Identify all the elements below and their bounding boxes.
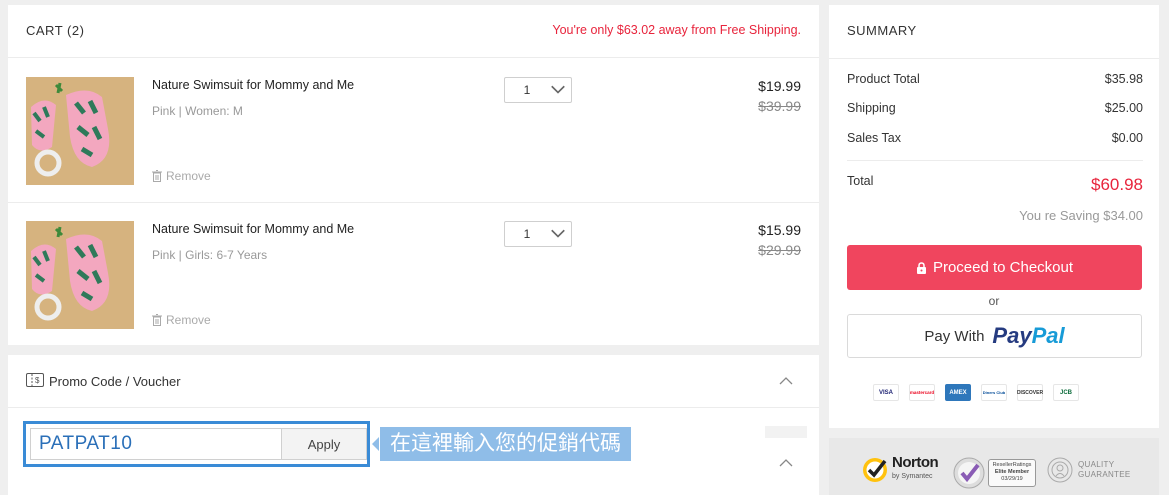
- remove-label: Remove: [166, 169, 211, 183]
- paypal-logo: PayPal: [992, 323, 1064, 349]
- elite-line: Elite Member: [994, 469, 1030, 475]
- summary-panel: SUMMARY Product Total $35.98 Shipping $2…: [829, 5, 1159, 428]
- amex-icon: AMEX: [945, 384, 971, 401]
- remove-button[interactable]: Remove: [152, 169, 211, 183]
- cart-title: CART (2): [26, 23, 85, 38]
- free-shipping-message: You're only $63.02 away from Free Shippi…: [552, 23, 801, 37]
- checkmark-seal-icon: [953, 457, 985, 489]
- award-icon: [1047, 457, 1073, 483]
- visa-icon: VISA: [873, 384, 899, 401]
- norton-check-icon: [863, 458, 887, 482]
- jcb-icon: JCB: [1053, 384, 1079, 401]
- quantity-value: 1: [523, 227, 531, 241]
- divider: [847, 160, 1143, 161]
- item-original-price: $39.99: [758, 98, 801, 114]
- reseller-ratings-badge[interactable]: ResellerRatings Elite Member 03/29/19: [952, 456, 1036, 490]
- summary-title: SUMMARY: [847, 23, 917, 38]
- norton-label: Norton by Symantec: [892, 454, 939, 484]
- summary-row-shipping: Shipping $25.00: [847, 101, 1143, 115]
- voucher-icon: $: [26, 373, 44, 387]
- item-price: $19.99: [758, 78, 801, 94]
- quality-guarantee-badge[interactable]: QUALITY GUARANTEE: [1047, 457, 1131, 483]
- elite-line: 03/29/19: [1001, 476, 1023, 482]
- norton-badge[interactable]: Norton by Symantec: [861, 454, 939, 484]
- chevron-down-icon: [551, 85, 565, 94]
- trash-icon: [152, 170, 162, 182]
- savings-text: You re Saving $34.00: [1019, 208, 1143, 223]
- row-label: Product Total: [847, 72, 920, 86]
- product-thumbnail[interactable]: [26, 221, 134, 329]
- summary-row-sales-tax: Sales Tax $0.00: [847, 131, 1143, 145]
- row-value: $25.00: [1104, 101, 1143, 115]
- trust-badges: Norton by Symantec ResellerRatings Elite …: [829, 438, 1159, 495]
- product-variant: Pink | Women: M: [152, 104, 243, 118]
- payment-methods: VISA mastercard AMEX Diners Club DISCOVE…: [873, 384, 1079, 401]
- quality-label: QUALITY GUARANTEE: [1078, 460, 1131, 480]
- elite-member-label: ResellerRatings Elite Member 03/29/19: [988, 459, 1036, 487]
- checkout-button[interactable]: Proceed to Checkout: [847, 245, 1142, 290]
- row-value: $0.00: [1111, 131, 1143, 145]
- product-name[interactable]: Nature Swimsuit for Mommy and Me: [152, 78, 354, 92]
- paypal-prefix: Pay With: [924, 327, 985, 345]
- cart-item: Nature Swimsuit for Mommy and Me Pink | …: [8, 203, 819, 347]
- annotation-pointer-icon: [372, 437, 379, 451]
- elite-line: ResellerRatings: [992, 462, 1032, 468]
- promo-annotation: 在這裡輸入您的促銷代碼: [380, 427, 631, 461]
- mastercard-icon: mastercard: [909, 384, 935, 401]
- remove-button[interactable]: Remove: [152, 313, 211, 327]
- promo-panel: $ Promo Code / Voucher Apply 在這裡輸入您的促銷代碼: [8, 355, 819, 495]
- quantity-select[interactable]: 1: [504, 77, 572, 103]
- promo-highlight-box: Apply: [23, 421, 370, 467]
- norton-sub: by Symantec: [892, 473, 933, 480]
- promo-code-input[interactable]: [30, 428, 282, 460]
- quality-line: GUARANTEE: [1078, 470, 1131, 479]
- remove-label: Remove: [166, 313, 211, 327]
- svg-text:$: $: [35, 376, 40, 385]
- chevron-up-icon[interactable]: [779, 458, 793, 467]
- paypal-logo-part: Pay: [992, 323, 1032, 348]
- paypal-logo-part: Pal: [1031, 323, 1065, 348]
- total-value: $60.98: [1091, 175, 1143, 194]
- cart-header: CART (2) You're only $63.02 away from Fr…: [8, 5, 819, 58]
- promo-header-toggle[interactable]: $ Promo Code / Voucher: [8, 355, 819, 408]
- norton-brand: Norton: [892, 454, 939, 471]
- scroll-handle: [765, 426, 807, 438]
- quality-line: QUALITY: [1078, 460, 1115, 469]
- checkout-label: Proceed to Checkout: [932, 259, 1074, 276]
- apply-button[interactable]: Apply: [281, 428, 367, 460]
- lock-icon: [916, 261, 926, 274]
- cart-panel: CART (2) You're only $63.02 away from Fr…: [8, 5, 819, 345]
- discover-icon: DISCOVER: [1017, 384, 1043, 401]
- item-original-price: $29.99: [758, 242, 801, 258]
- product-variant: Pink | Girls: 6-7 Years: [152, 248, 268, 262]
- quantity-value: 1: [523, 83, 531, 97]
- row-label: Sales Tax: [847, 131, 901, 145]
- row-label: Shipping: [847, 101, 896, 115]
- paypal-button[interactable]: Pay With PayPal: [847, 314, 1142, 358]
- diners-club-icon: Diners Club: [981, 384, 1007, 401]
- summary-row-product-total: Product Total $35.98: [847, 72, 1143, 86]
- total-label: Total: [847, 174, 874, 188]
- trash-icon: [152, 314, 162, 326]
- product-thumbnail[interactable]: [26, 77, 134, 185]
- or-separator: or: [988, 294, 1000, 308]
- cart-item: Nature Swimsuit for Mommy and Me Pink | …: [8, 59, 819, 203]
- chevron-down-icon: [551, 229, 565, 238]
- promo-title: Promo Code / Voucher: [49, 374, 181, 389]
- item-price: $15.99: [758, 222, 801, 238]
- divider: [829, 58, 1159, 59]
- quantity-select[interactable]: 1: [504, 221, 572, 247]
- row-value: $35.98: [1104, 72, 1143, 86]
- chevron-up-icon[interactable]: [779, 376, 793, 385]
- product-name[interactable]: Nature Swimsuit for Mommy and Me: [152, 222, 354, 236]
